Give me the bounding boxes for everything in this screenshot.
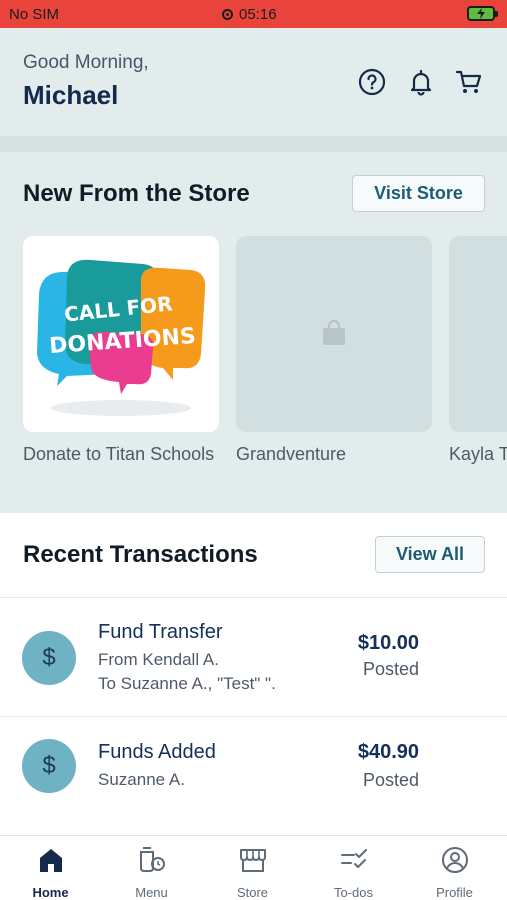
tab-home[interactable]: Home — [0, 836, 101, 900]
dollar-icon: $ — [22, 739, 76, 793]
view-all-button[interactable]: View All — [375, 536, 485, 573]
bell-icon[interactable] — [407, 68, 435, 96]
transaction-detail: From Kendall A. — [98, 650, 219, 669]
transaction-amount: $10.00 — [357, 632, 419, 654]
transactions-section: Recent Transactions View All $ Fund Tran… — [0, 513, 507, 835]
dollar-icon: $ — [22, 631, 76, 685]
header-divider — [0, 136, 507, 152]
transaction-detail: To Suzanne A., "Test" ". — [98, 674, 276, 693]
profile-icon — [442, 847, 468, 873]
product-name: Kayla T — [449, 444, 507, 464]
tab-label: Profile — [436, 885, 473, 900]
product-name: Grandventure — [236, 444, 347, 464]
bottom-tab-bar: Home Menu Store To-dos Profile — [0, 835, 507, 900]
tab-label: To-dos — [333, 885, 374, 900]
product-card-kayla[interactable]: Kayla T — [449, 236, 507, 466]
product-image-donations: CALL FOR DONATIONS — [23, 236, 219, 432]
tab-menu[interactable]: Menu — [101, 836, 202, 900]
home-icon — [40, 849, 62, 872]
transaction-status: Posted — [362, 770, 419, 790]
transaction-amount: $40.90 — [357, 741, 419, 763]
tab-label: Menu — [135, 885, 168, 900]
help-icon[interactable] — [358, 68, 386, 96]
header: Good Morning, Michael — [0, 28, 507, 136]
carrier-label: No SIM — [9, 6, 60, 23]
product-name: Donate to Titan Schools — [23, 444, 215, 464]
transaction-detail: Suzanne A. — [98, 770, 185, 789]
tab-label: Store — [236, 885, 269, 900]
store-section-title: New From the Store — [23, 180, 250, 207]
menu-icon — [140, 847, 165, 872]
visit-store-button[interactable]: Visit Store — [352, 175, 485, 212]
cart-icon[interactable] — [455, 68, 483, 96]
transaction-status: Posted — [362, 659, 419, 679]
tab-profile[interactable]: Profile — [404, 836, 505, 900]
shopping-bag-icon — [323, 320, 345, 345]
transactions-section-title: Recent Transactions — [23, 541, 258, 568]
alarm-icon — [222, 9, 233, 20]
time-label: 05:16 — [239, 6, 277, 23]
store-icon — [240, 849, 266, 872]
product-card-donate[interactable]: CALL FOR DONATIONS Donate to Titan Schoo… — [23, 236, 219, 466]
product-image-placeholder — [449, 236, 507, 432]
greeting-text: Good Morning, — [23, 52, 149, 73]
product-card-grandventure[interactable]: Grandventure — [236, 236, 432, 466]
tab-store[interactable]: Store — [202, 836, 303, 900]
transaction-row[interactable]: $ Funds Added Suzanne A. $40.90 Posted — [0, 716, 507, 835]
transaction-title: Funds Added — [98, 741, 216, 763]
status-clock: 05:16 — [222, 6, 277, 23]
user-name: Michael — [23, 80, 119, 110]
transaction-title: Fund Transfer — [98, 621, 223, 643]
battery-charging-icon — [467, 6, 498, 21]
product-image-placeholder — [236, 236, 432, 432]
transaction-row[interactable]: $ Fund Transfer From Kendall A. To Suzan… — [0, 597, 507, 716]
status-bar: No SIM 05:16 — [0, 0, 507, 28]
tab-todos[interactable]: To-dos — [303, 836, 404, 900]
donations-artwork: CALL FOR DONATIONS — [37, 259, 206, 416]
transaction-list: $ Fund Transfer From Kendall A. To Suzan… — [0, 597, 507, 835]
tab-label: Home — [32, 885, 69, 900]
store-section: New From the Store Visit Store CALL FOR … — [0, 152, 507, 513]
todos-icon — [341, 849, 367, 868]
